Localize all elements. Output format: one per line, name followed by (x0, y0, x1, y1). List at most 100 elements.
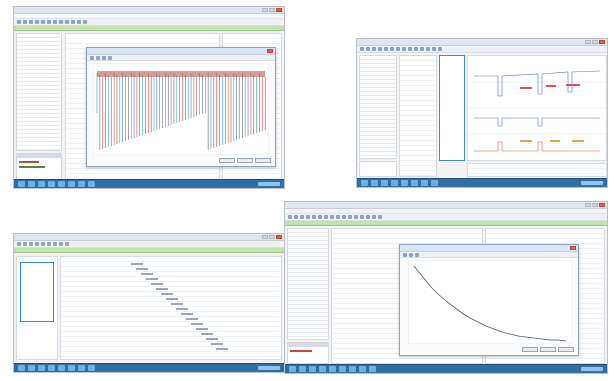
taskbar-app-icon[interactable] (48, 181, 55, 187)
close-button[interactable] (276, 8, 282, 12)
system-tray[interactable] (258, 182, 280, 186)
screen-top-right (356, 38, 608, 188)
taskbar-app-icon[interactable] (88, 365, 95, 371)
peak-band (97, 71, 265, 77)
toolbar-icon[interactable] (71, 20, 75, 24)
taskbar-app-icon[interactable] (421, 180, 428, 186)
taskbar-app-icon[interactable] (411, 180, 418, 186)
taskbar-app-icon[interactable] (38, 365, 45, 371)
taskbar-app-icon[interactable] (58, 181, 65, 187)
maximize-button[interactable] (269, 235, 275, 239)
multi-trace-chart-panel (467, 55, 607, 161)
system-tray[interactable] (258, 366, 280, 370)
tree-panel[interactable] (287, 228, 329, 340)
taskbar-app-icon[interactable] (319, 366, 326, 372)
taskbar-app-icon[interactable] (38, 181, 45, 187)
taskbar-app-icon[interactable] (401, 180, 408, 186)
toolbar-icon[interactable] (17, 20, 21, 24)
tree-panel[interactable] (16, 33, 62, 151)
dialog-titlebar (87, 48, 275, 55)
plot-dialog (86, 47, 276, 167)
taskbar-app-icon[interactable] (339, 366, 346, 372)
apply-button[interactable] (540, 347, 556, 352)
toolbar-icon[interactable] (53, 20, 57, 24)
toolbar-icon[interactable] (65, 20, 69, 24)
minimize-button[interactable] (262, 235, 268, 239)
gantt-bar (176, 308, 188, 310)
minimize-button[interactable] (585, 203, 591, 207)
timeline-table (60, 256, 282, 360)
taskbar-app-icon[interactable] (68, 365, 75, 371)
screenshot-collage (0, 0, 614, 381)
toolbar-icon[interactable] (47, 20, 51, 24)
selected-channels[interactable] (439, 55, 465, 161)
toolbar-icon[interactable] (23, 20, 27, 24)
toolbar (357, 46, 607, 53)
ok-button[interactable] (219, 158, 235, 163)
close-button[interactable] (599, 40, 605, 44)
taskbar-app-icon[interactable] (88, 181, 95, 187)
taskbar-app-icon[interactable] (48, 365, 55, 371)
taskbar-app-icon[interactable] (309, 366, 316, 372)
taskbar-app-icon[interactable] (299, 366, 306, 372)
close-button[interactable] (570, 246, 576, 250)
taskbar-app-icon[interactable] (369, 366, 376, 372)
tree-panel[interactable] (359, 55, 397, 159)
taskbar (285, 364, 607, 373)
gantt-bar (181, 313, 193, 315)
toolbar-icon[interactable] (41, 20, 45, 24)
gantt-bar (136, 268, 148, 270)
cancel-button[interactable] (558, 347, 574, 352)
taskbar-app-icon[interactable] (28, 181, 35, 187)
ok-button[interactable] (522, 347, 538, 352)
maximize-button[interactable] (592, 40, 598, 44)
taskbar-app-icon[interactable] (349, 366, 356, 372)
start-icon[interactable] (18, 365, 25, 371)
close-button[interactable] (267, 49, 273, 53)
taskbar-app-icon[interactable] (431, 180, 438, 186)
properties-panel (16, 153, 62, 181)
screen-top-left (13, 6, 285, 189)
cancel-button[interactable] (255, 158, 271, 163)
dialog-titlebar (400, 245, 578, 252)
taskbar-app-icon[interactable] (78, 181, 85, 187)
minimize-button[interactable] (585, 40, 591, 44)
gantt-bar (131, 263, 143, 265)
gantt-bar (186, 318, 198, 320)
toolbar-icon[interactable] (35, 20, 39, 24)
close-button[interactable] (276, 235, 282, 239)
window-titlebar (357, 39, 607, 46)
tree-panel[interactable] (16, 256, 58, 360)
taskbar-app-icon[interactable] (391, 180, 398, 186)
channel-list[interactable] (399, 55, 437, 177)
taskbar (14, 363, 284, 372)
toolbar-icon[interactable] (83, 20, 87, 24)
minimize-button[interactable] (262, 8, 268, 12)
apply-button[interactable] (237, 158, 253, 163)
taskbar-app-icon[interactable] (381, 180, 388, 186)
taskbar-app-icon[interactable] (68, 181, 75, 187)
selected-row-bar[interactable] (14, 248, 284, 253)
taskbar-app-icon[interactable] (58, 365, 65, 371)
selected-items[interactable] (20, 262, 54, 322)
toolbar-icon[interactable] (59, 20, 63, 24)
toolbar-icon[interactable] (29, 20, 33, 24)
gantt-bar (151, 283, 163, 285)
system-tray[interactable] (581, 367, 603, 371)
start-icon[interactable] (289, 366, 296, 372)
close-button[interactable] (599, 203, 605, 207)
selected-row-bar[interactable] (285, 221, 607, 226)
start-icon[interactable] (361, 180, 368, 186)
start-icon[interactable] (18, 181, 25, 187)
gantt-bar (196, 328, 208, 330)
taskbar-app-icon[interactable] (329, 366, 336, 372)
maximize-button[interactable] (592, 203, 598, 207)
toolbar-icon[interactable] (77, 20, 81, 24)
taskbar-app-icon[interactable] (78, 365, 85, 371)
system-tray[interactable] (581, 181, 603, 185)
maximize-button[interactable] (269, 8, 275, 12)
taskbar-app-icon[interactable] (28, 365, 35, 371)
taskbar-app-icon[interactable] (359, 366, 366, 372)
selected-row-bar[interactable] (14, 26, 284, 31)
taskbar-app-icon[interactable] (371, 180, 378, 186)
